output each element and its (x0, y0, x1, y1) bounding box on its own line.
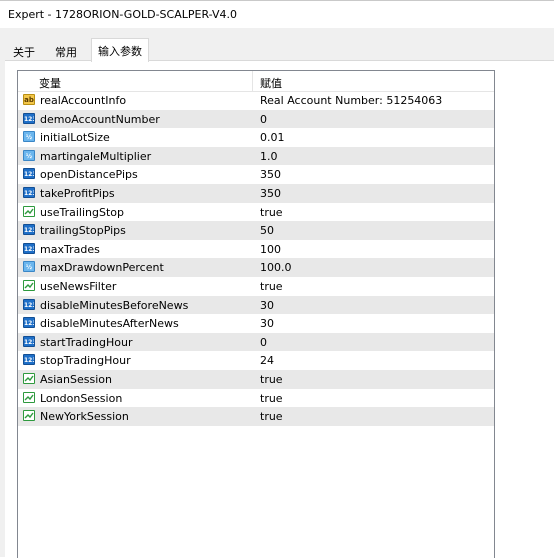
parameter-name: initialLotSize (40, 131, 110, 145)
column-header-variable[interactable]: 变量 (39, 75, 61, 91)
table-row[interactable]: LondonSession true (18, 389, 494, 408)
double-icon: ½ (23, 131, 35, 143)
parameter-value[interactable]: 30 (260, 299, 274, 312)
table-row[interactable]: 123 stopTradingHour 24 (18, 351, 494, 370)
tab-common[interactable]: 常用 (49, 41, 83, 60)
parameter-value[interactable]: true (260, 392, 283, 405)
parameter-value[interactable]: 24 (260, 354, 274, 367)
grid-rows: ab realAccountInfo Real Account Number: 51… (18, 91, 494, 426)
parameter-name: disableMinutesAfterNews (40, 317, 179, 331)
table-row[interactable]: ½ maxDrawdownPercent 100.0 (18, 258, 494, 277)
table-row[interactable]: useTrailingStop true (18, 203, 494, 222)
table-row[interactable]: 123 trailingStopPips 50 (18, 221, 494, 240)
parameter-name: NewYorkSession (40, 410, 129, 424)
bool-icon (23, 279, 35, 291)
dialog-client-area: 关于 常用 输入参数 变量 赋值 ab realAccountInfo Real A… (0, 28, 554, 558)
parameter-name: openDistancePips (40, 168, 138, 182)
column-header-value[interactable]: 赋值 (260, 75, 282, 91)
parameter-value[interactable]: 350 (260, 168, 281, 181)
parameter-value[interactable]: true (260, 410, 283, 423)
string-icon: ab (23, 94, 35, 105)
table-row[interactable]: useNewsFilter true (18, 277, 494, 296)
double-icon: ½ (23, 261, 35, 273)
column-divider[interactable] (252, 71, 253, 91)
integer-icon: 123 (23, 335, 35, 347)
integer-icon: 123 (23, 186, 35, 198)
integer-icon: 123 (23, 298, 35, 310)
parameter-name: disableMinutesBeforeNews (40, 298, 189, 312)
input-parameters-panel: 变量 赋值 ab realAccountInfo Real Account Numb… (5, 60, 554, 558)
parameter-value[interactable]: 100 (260, 243, 281, 256)
table-row[interactable]: 123 openDistancePips 350 (18, 165, 494, 184)
parameter-name: trailingStopPips (40, 224, 126, 238)
table-row[interactable]: NewYorkSession true (18, 407, 494, 426)
parameters-grid: 变量 赋值 ab realAccountInfo Real Account Numb… (17, 70, 495, 558)
parameter-value[interactable]: 30 (260, 317, 274, 330)
grid-header: 变量 赋值 (18, 71, 494, 92)
double-icon: ½ (23, 149, 35, 161)
parameter-value[interactable]: 1.0 (260, 150, 278, 163)
table-row[interactable]: 123 startTradingHour 0 (18, 332, 494, 352)
table-row[interactable]: 123 maxTrades 100 (18, 240, 494, 259)
parameter-value[interactable]: 0 (260, 113, 267, 126)
parameter-name: useNewsFilter (40, 279, 117, 293)
bool-icon (23, 391, 35, 403)
table-row[interactable]: 123 disableMinutesAfterNews 30 (18, 314, 494, 333)
parameter-value[interactable]: 350 (260, 187, 281, 200)
table-row[interactable]: AsianSession true (18, 369, 494, 389)
table-row[interactable]: 123 takeProfitPips 350 (18, 183, 494, 203)
window-title: Expert - 1728ORION-GOLD-SCALPER-V4.0 (8, 8, 237, 21)
integer-icon: 123 (23, 242, 35, 254)
table-row[interactable]: 123 demoAccountNumber 0 (18, 109, 494, 129)
bool-icon (23, 410, 35, 422)
parameter-name: takeProfitPips (40, 186, 115, 200)
parameter-value[interactable]: true (260, 280, 283, 293)
parameter-name: maxDrawdownPercent (40, 261, 164, 275)
parameter-value[interactable]: true (260, 206, 283, 219)
parameter-name: maxTrades (40, 242, 100, 256)
integer-icon: 123 (23, 112, 35, 124)
integer-icon: 123 (23, 224, 35, 236)
table-row[interactable]: ½ martingaleMultiplier 1.0 (18, 146, 494, 166)
tab-input-parameters[interactable]: 输入参数 (91, 38, 149, 62)
integer-icon: 123 (23, 317, 35, 329)
parameter-name: LondonSession (40, 391, 123, 405)
parameter-name: useTrailingStop (40, 205, 124, 219)
parameter-name: realAccountInfo (40, 94, 127, 107)
parameter-name: startTradingHour (40, 335, 133, 349)
bool-icon (23, 205, 35, 217)
bool-icon (23, 372, 35, 384)
title-bar: Expert - 1728ORION-GOLD-SCALPER-V4.0 (0, 0, 554, 28)
tab-about[interactable]: 关于 (7, 41, 41, 60)
parameter-value[interactable]: 0 (260, 336, 267, 349)
integer-icon: 123 (23, 354, 35, 366)
parameter-name: stopTradingHour (40, 354, 131, 368)
table-row[interactable]: ab realAccountInfo Real Account Number: 51… (18, 91, 494, 110)
parameter-value[interactable]: Real Account Number: 51254063 (260, 94, 442, 107)
parameter-name: martingaleMultiplier (40, 149, 152, 163)
integer-icon: 123 (23, 168, 35, 180)
table-row[interactable]: ½ initialLotSize 0.01 (18, 128, 494, 147)
parameter-value[interactable]: 100.0 (260, 261, 292, 274)
parameter-value[interactable]: 50 (260, 224, 274, 237)
parameter-name: demoAccountNumber (40, 112, 160, 126)
parameter-value[interactable]: true (260, 373, 283, 386)
table-row[interactable]: 123 disableMinutesBeforeNews 30 (18, 295, 494, 315)
parameter-value[interactable]: 0.01 (260, 131, 285, 144)
parameter-name: AsianSession (40, 372, 112, 386)
